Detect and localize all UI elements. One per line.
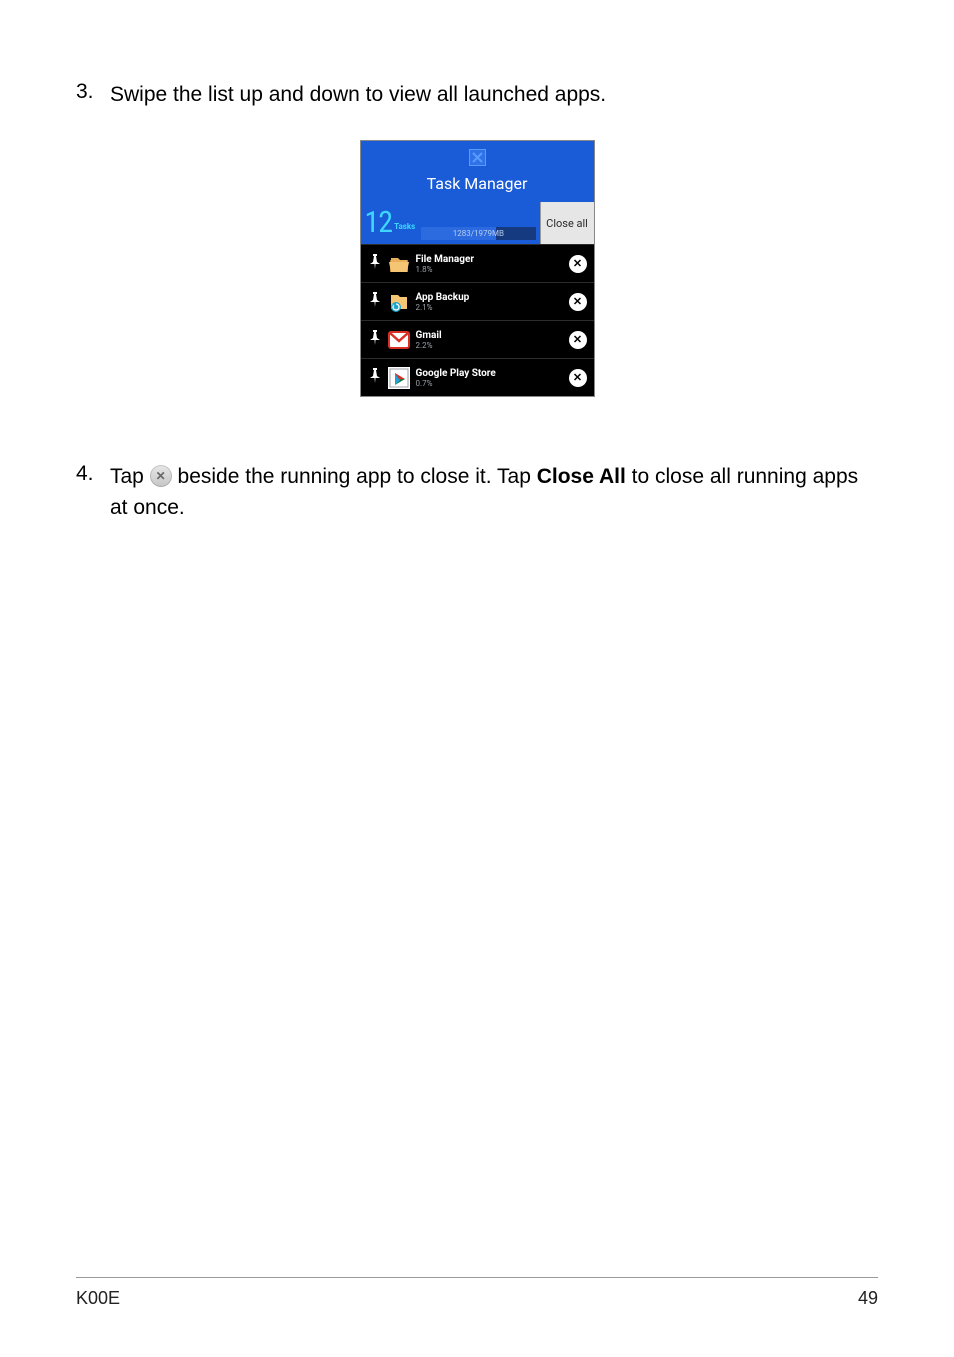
close-icon[interactable]: ✕ (569, 331, 587, 349)
step-3-number: 3. (76, 80, 110, 110)
task-count-label: Tasks (394, 222, 415, 231)
task-percent: 2.1% (416, 303, 563, 312)
task-count-wrap: 12 Tasks (361, 202, 416, 244)
file-manager-icon (388, 253, 410, 275)
task-row: Google Play Store 0.7% ✕ (361, 358, 594, 396)
step-4-text-mid: beside the running app to close it. Tap (172, 465, 537, 488)
step-3: 3. Swipe the list up and down to view al… (76, 80, 878, 110)
pin-icon (368, 292, 382, 311)
task-manager-header-icon (469, 149, 486, 166)
app-backup-icon (388, 291, 410, 313)
footer-page: 49 (858, 1288, 878, 1309)
task-row: Gmail 2.2% ✕ (361, 320, 594, 358)
close-icon[interactable]: ✕ (569, 293, 587, 311)
task-manager-widget: Task Manager 12 Tasks 1283/1979MB Close … (360, 140, 595, 397)
memory-bar: 1283/1979MB (421, 227, 535, 240)
memory-text: 1283/1979MB (453, 229, 504, 238)
step-4-text-prefix: Tap (110, 465, 150, 488)
task-row: File Manager 1.8% ✕ (361, 244, 594, 282)
play-store-icon (388, 367, 410, 389)
pin-icon (368, 254, 382, 273)
step-3-text: Swipe the list up and down to view all l… (110, 80, 606, 110)
task-name: Google Play Store (416, 368, 563, 379)
task-name: App Backup (416, 292, 563, 303)
inline-close-icon: ✕ (150, 465, 172, 487)
step-4: 4. Tap ✕ beside the running app to close… (76, 462, 878, 523)
step-4-number: 4. (76, 462, 110, 523)
pin-icon (368, 330, 382, 349)
close-icon[interactable]: ✕ (569, 369, 587, 387)
footer-model: K00E (76, 1288, 120, 1309)
pin-icon (368, 368, 382, 387)
close-all-button[interactable]: Close all (540, 202, 594, 244)
task-percent: 2.2% (416, 341, 563, 350)
gmail-icon (388, 329, 410, 351)
task-row: App Backup 2.1% ✕ (361, 282, 594, 320)
close-icon[interactable]: ✕ (569, 255, 587, 273)
task-manager-title: Task Manager (361, 174, 594, 193)
task-percent: 0.7% (416, 379, 563, 388)
task-count-number: 12 (365, 202, 393, 244)
task-name: Gmail (416, 330, 563, 341)
task-percent: 1.8% (416, 265, 563, 274)
step-4-text-bold: Close All (537, 465, 626, 488)
task-name: File Manager (416, 254, 563, 265)
page-footer: K00E 49 (76, 1277, 878, 1309)
